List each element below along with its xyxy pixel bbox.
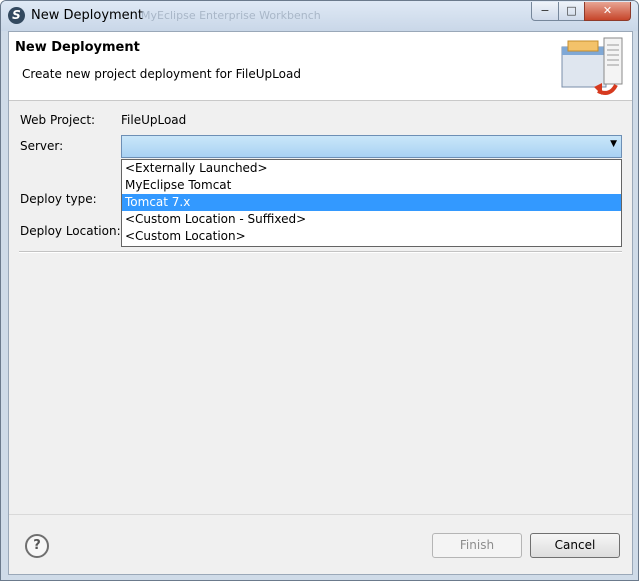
maximize-button[interactable]: □	[558, 2, 585, 21]
deploy-location-label: Deploy Location:	[20, 224, 121, 238]
page-title: New Deployment	[15, 40, 140, 55]
dropdown-option-custom-location[interactable]: <Custom Location>	[122, 228, 621, 245]
web-project-value: FileUpLoad	[121, 113, 187, 127]
server-dropdown-list[interactable]: <Externally Launched> MyEclipse Tomcat T…	[121, 159, 622, 247]
wizard-header: New Deployment Create new project deploy…	[9, 32, 632, 101]
finish-button[interactable]: Finish	[432, 533, 522, 558]
myeclipse-icon: S	[8, 7, 25, 24]
cancel-button[interactable]: Cancel	[530, 533, 620, 558]
section-divider	[19, 251, 622, 253]
deployment-wizard-icon	[561, 37, 623, 95]
minimize-button[interactable]: −	[531, 2, 559, 21]
deploy-type-label: Deploy type:	[20, 192, 97, 206]
dropdown-option-tomcat-7x[interactable]: Tomcat 7.x	[122, 194, 621, 211]
window-title: New Deployment	[31, 8, 144, 23]
chevron-down-icon[interactable]: ▼	[610, 139, 617, 149]
title-bar[interactable]: S New Deployment MyEclipse Enterprise Wo…	[1, 1, 638, 31]
dialog-body: New Deployment Create new project deploy…	[8, 31, 633, 575]
close-button[interactable]: ✕	[584, 2, 631, 21]
help-icon[interactable]: ?	[25, 534, 49, 558]
dropdown-option-myeclipse-tomcat[interactable]: MyEclipse Tomcat	[122, 177, 621, 194]
background-window-title: MyEclipse Enterprise Workbench	[141, 9, 321, 22]
page-description: Create new project deployment for FileUp…	[22, 67, 301, 81]
web-project-label: Web Project:	[20, 113, 96, 127]
dropdown-option-custom-location-suffixed[interactable]: <Custom Location - Suffixed>	[122, 211, 621, 228]
dropdown-option-externally-launched[interactable]: <Externally Launched>	[122, 160, 621, 177]
server-select[interactable]: ▼	[121, 135, 622, 158]
footer-divider	[9, 514, 632, 515]
server-label: Server:	[20, 139, 64, 153]
dialog-window: S New Deployment MyEclipse Enterprise Wo…	[0, 0, 639, 581]
